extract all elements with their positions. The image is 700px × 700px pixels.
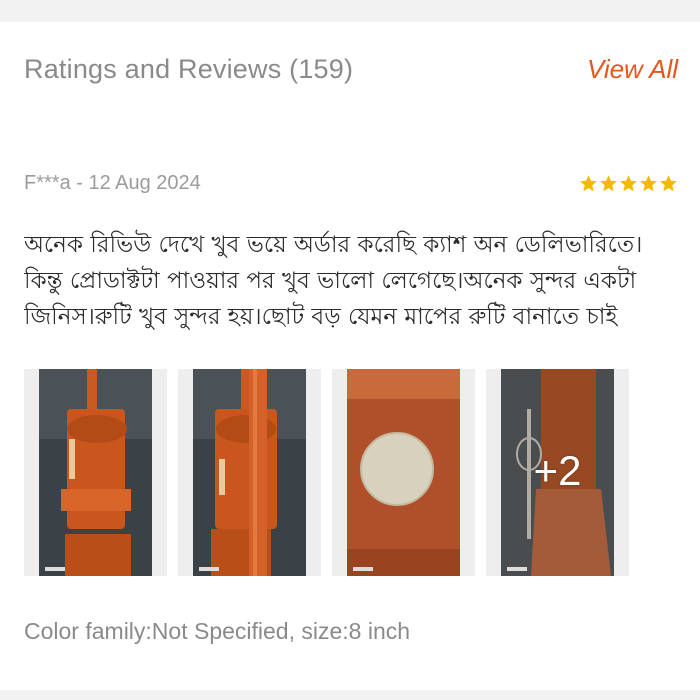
review-image-3[interactable] <box>332 369 475 576</box>
rolled-roti-on-board-photo <box>347 369 460 576</box>
review-meta: F***a - 12 Aug 2024 <box>24 172 678 195</box>
review-body: অনেক রিভিউ দেখে খুব ভয়ে অর্ডার করেছি ক্… <box>24 232 643 330</box>
more-images-count: +2 <box>533 447 582 494</box>
review-image-4[interactable]: +2 <box>486 369 629 576</box>
wooden-roti-maker-photo <box>39 369 152 576</box>
variant-info: Color family:Not Specified, size:8 inch <box>24 618 411 644</box>
review-text: অনেক রিভিউ দেখে খুব ভয়ে অর্ডার করেছি ক্… <box>24 227 684 335</box>
star-icon <box>620 175 637 192</box>
section-title: Ratings and Reviews (159) <box>24 54 354 84</box>
review-image-2[interactable] <box>178 369 321 576</box>
star-icon <box>640 175 657 192</box>
review-image-gallery: +2 <box>24 369 629 576</box>
review-image-1[interactable] <box>24 369 167 576</box>
star-rating <box>579 174 678 193</box>
star-icon <box>580 175 597 192</box>
star-icon <box>600 175 617 192</box>
star-icon <box>660 175 677 192</box>
reviews-header: Ratings and Reviews (159) View All <box>24 54 678 85</box>
wooden-roti-maker-with-rolling-pin-photo <box>193 369 306 576</box>
reviews-card: Ratings and Reviews (159) View All F***a… <box>0 22 700 690</box>
reviewer-name-date: F***a - 12 Aug 2024 <box>24 172 201 194</box>
view-all-link[interactable]: View All <box>587 54 678 85</box>
